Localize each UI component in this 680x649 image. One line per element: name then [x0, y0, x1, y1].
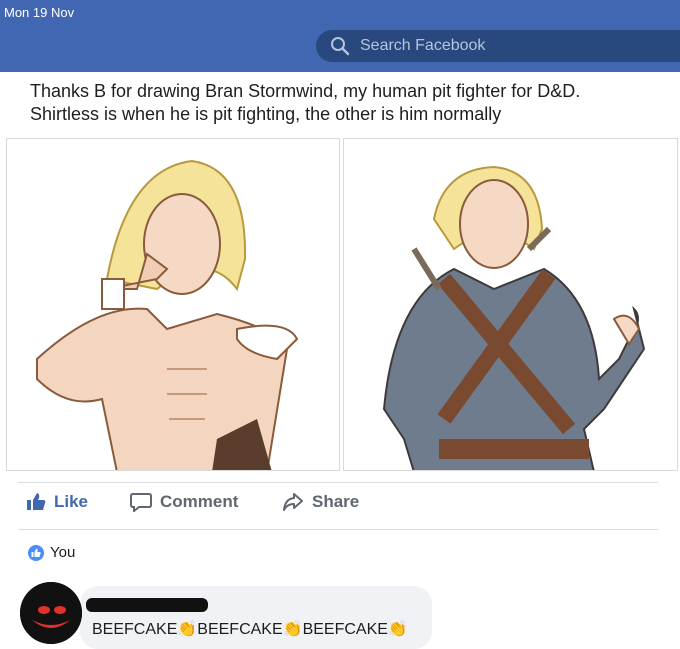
divider-bottom — [18, 529, 658, 530]
thumbs-up-icon — [27, 493, 46, 510]
comment-bubble — [80, 586, 432, 649]
post-text-line-2: Shirtless is when he is pit fighting, th… — [30, 104, 502, 124]
avatar[interactable] — [20, 582, 82, 644]
search-input[interactable]: Search Facebook — [316, 30, 680, 62]
search-placeholder: Search Facebook — [360, 37, 486, 54]
like-button[interactable]: Like — [26, 492, 88, 512]
top-bar: Mon 19 Nov Search Facebook — [0, 0, 680, 72]
comment-icon — [130, 493, 152, 512]
photo-clothed-fighter[interactable] — [343, 138, 678, 471]
illustration-shirtless — [36, 159, 299, 470]
reactions-summary[interactable]: You — [28, 544, 75, 561]
status-date: Mon 19 Nov — [4, 5, 75, 20]
post-text: Thanks B for drawing Bran Stormwind, my … — [30, 80, 660, 126]
illustration-clothed — [382, 165, 646, 470]
comment-button[interactable]: Comment — [130, 492, 238, 512]
comment-label: Comment — [160, 492, 239, 511]
comment-text: BEEFCAKE👏BEEFCAKE👏BEEFCAKE👏 — [92, 621, 408, 638]
redacted-commenter-name — [86, 598, 208, 612]
redacted-avatar — [20, 582, 82, 644]
post-actions: Like Comment Share — [0, 492, 680, 522]
photo-shirtless-fighter[interactable] — [6, 138, 340, 471]
like-reaction-icon — [28, 544, 44, 561]
reactions-names: You — [50, 544, 76, 561]
search-icon — [331, 37, 350, 56]
share-arrow-icon — [283, 493, 303, 511]
post-text-line-1: Thanks B for drawing Bran Stormwind, my … — [30, 81, 581, 101]
share-label: Share — [312, 492, 360, 511]
share-button[interactable]: Share — [282, 492, 359, 512]
like-label: Like — [54, 492, 89, 511]
divider-top — [18, 482, 658, 483]
post-card: Thanks B for drawing Bran Stormwind, my … — [0, 72, 680, 649]
